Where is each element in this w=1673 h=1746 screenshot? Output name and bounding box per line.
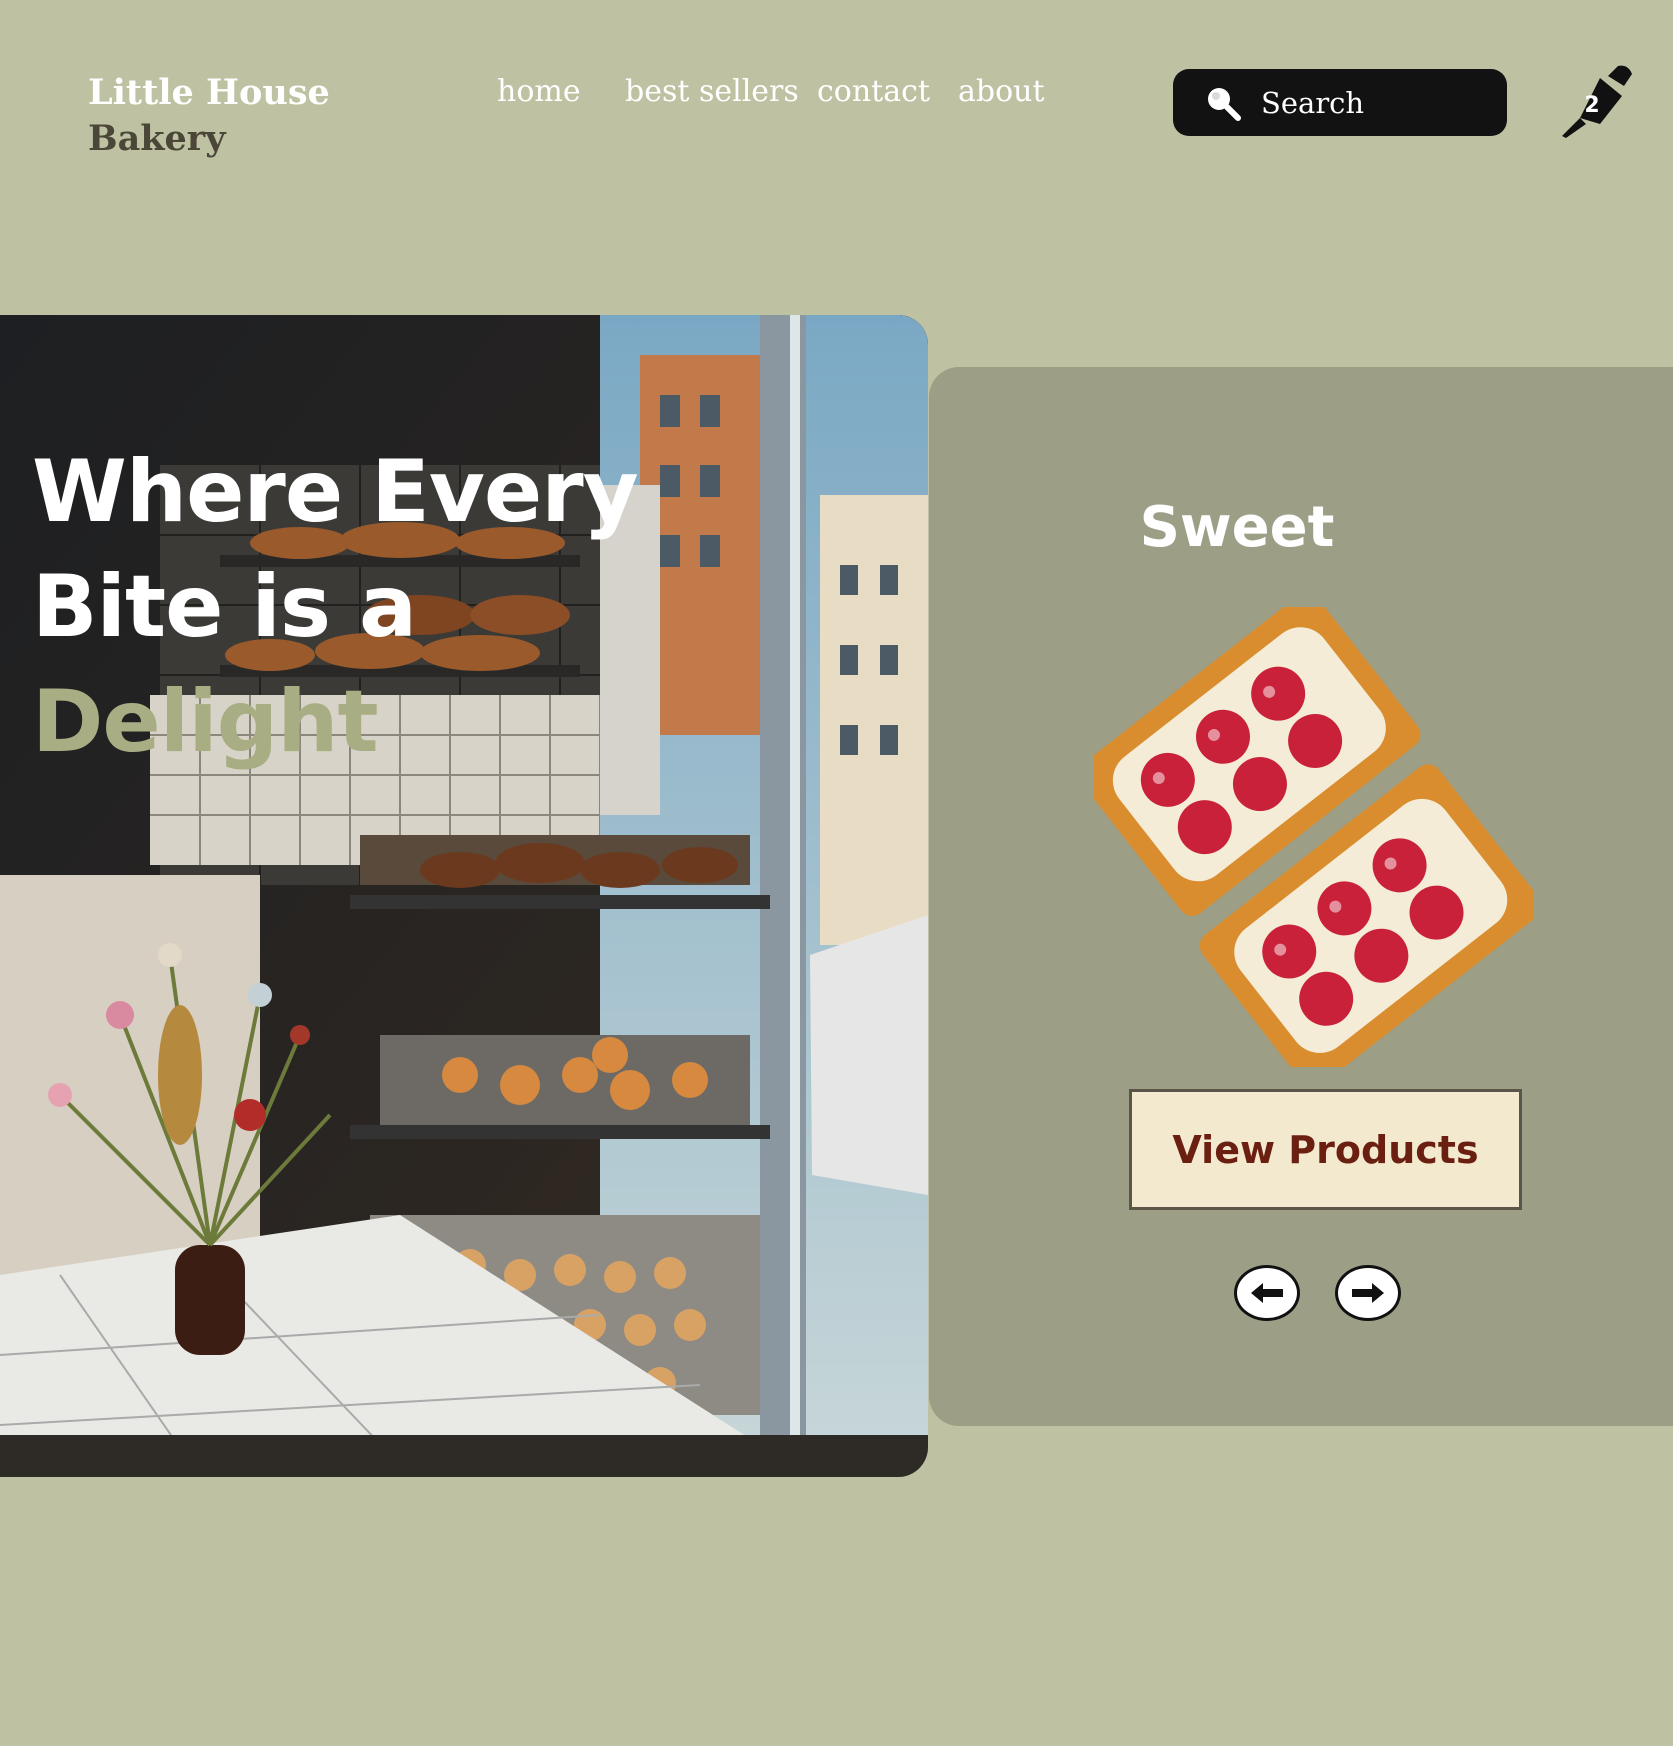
search-bar[interactable]: Search bbox=[1173, 69, 1507, 136]
hero-image-card: Where Every Bite is a Delight bbox=[0, 315, 928, 1477]
hero-line-1: Where Every bbox=[32, 442, 639, 542]
cart-button[interactable]: 2 bbox=[1556, 62, 1636, 142]
brand-name-line2: Bakery bbox=[88, 118, 226, 159]
hero-headline: Where Every Bite is a Delight bbox=[32, 435, 639, 780]
nav-home[interactable]: home bbox=[497, 74, 581, 114]
brand-name-line1: Little House bbox=[88, 72, 330, 113]
hero-line-3: Delight bbox=[32, 672, 379, 772]
search-icon bbox=[1208, 87, 1241, 121]
hero-line-2: Bite is a bbox=[32, 557, 417, 657]
carousel-category-title: Sweet bbox=[1139, 495, 1335, 560]
arrow-left-icon bbox=[1251, 1283, 1283, 1303]
product-carousel-panel: Sweet View Products bbox=[929, 367, 1673, 1426]
view-products-button[interactable]: View Products bbox=[1129, 1089, 1522, 1210]
piping-bag-icon: 2 bbox=[1562, 65, 1632, 138]
cart-count: 2 bbox=[1584, 93, 1599, 118]
carousel-prev-button[interactable] bbox=[1234, 1265, 1300, 1321]
nav-about[interactable]: about bbox=[958, 74, 1045, 114]
brand-logo[interactable]: Little House Bakery bbox=[88, 70, 330, 162]
arrow-right-icon bbox=[1352, 1283, 1384, 1303]
carousel-next-button[interactable] bbox=[1335, 1265, 1401, 1321]
strawberry-pastry-image bbox=[1094, 607, 1534, 1067]
nav-best-sellers[interactable]: best sellers bbox=[625, 74, 799, 114]
search-label: Search bbox=[1261, 85, 1365, 120]
nav-contact[interactable]: contact bbox=[817, 74, 930, 114]
